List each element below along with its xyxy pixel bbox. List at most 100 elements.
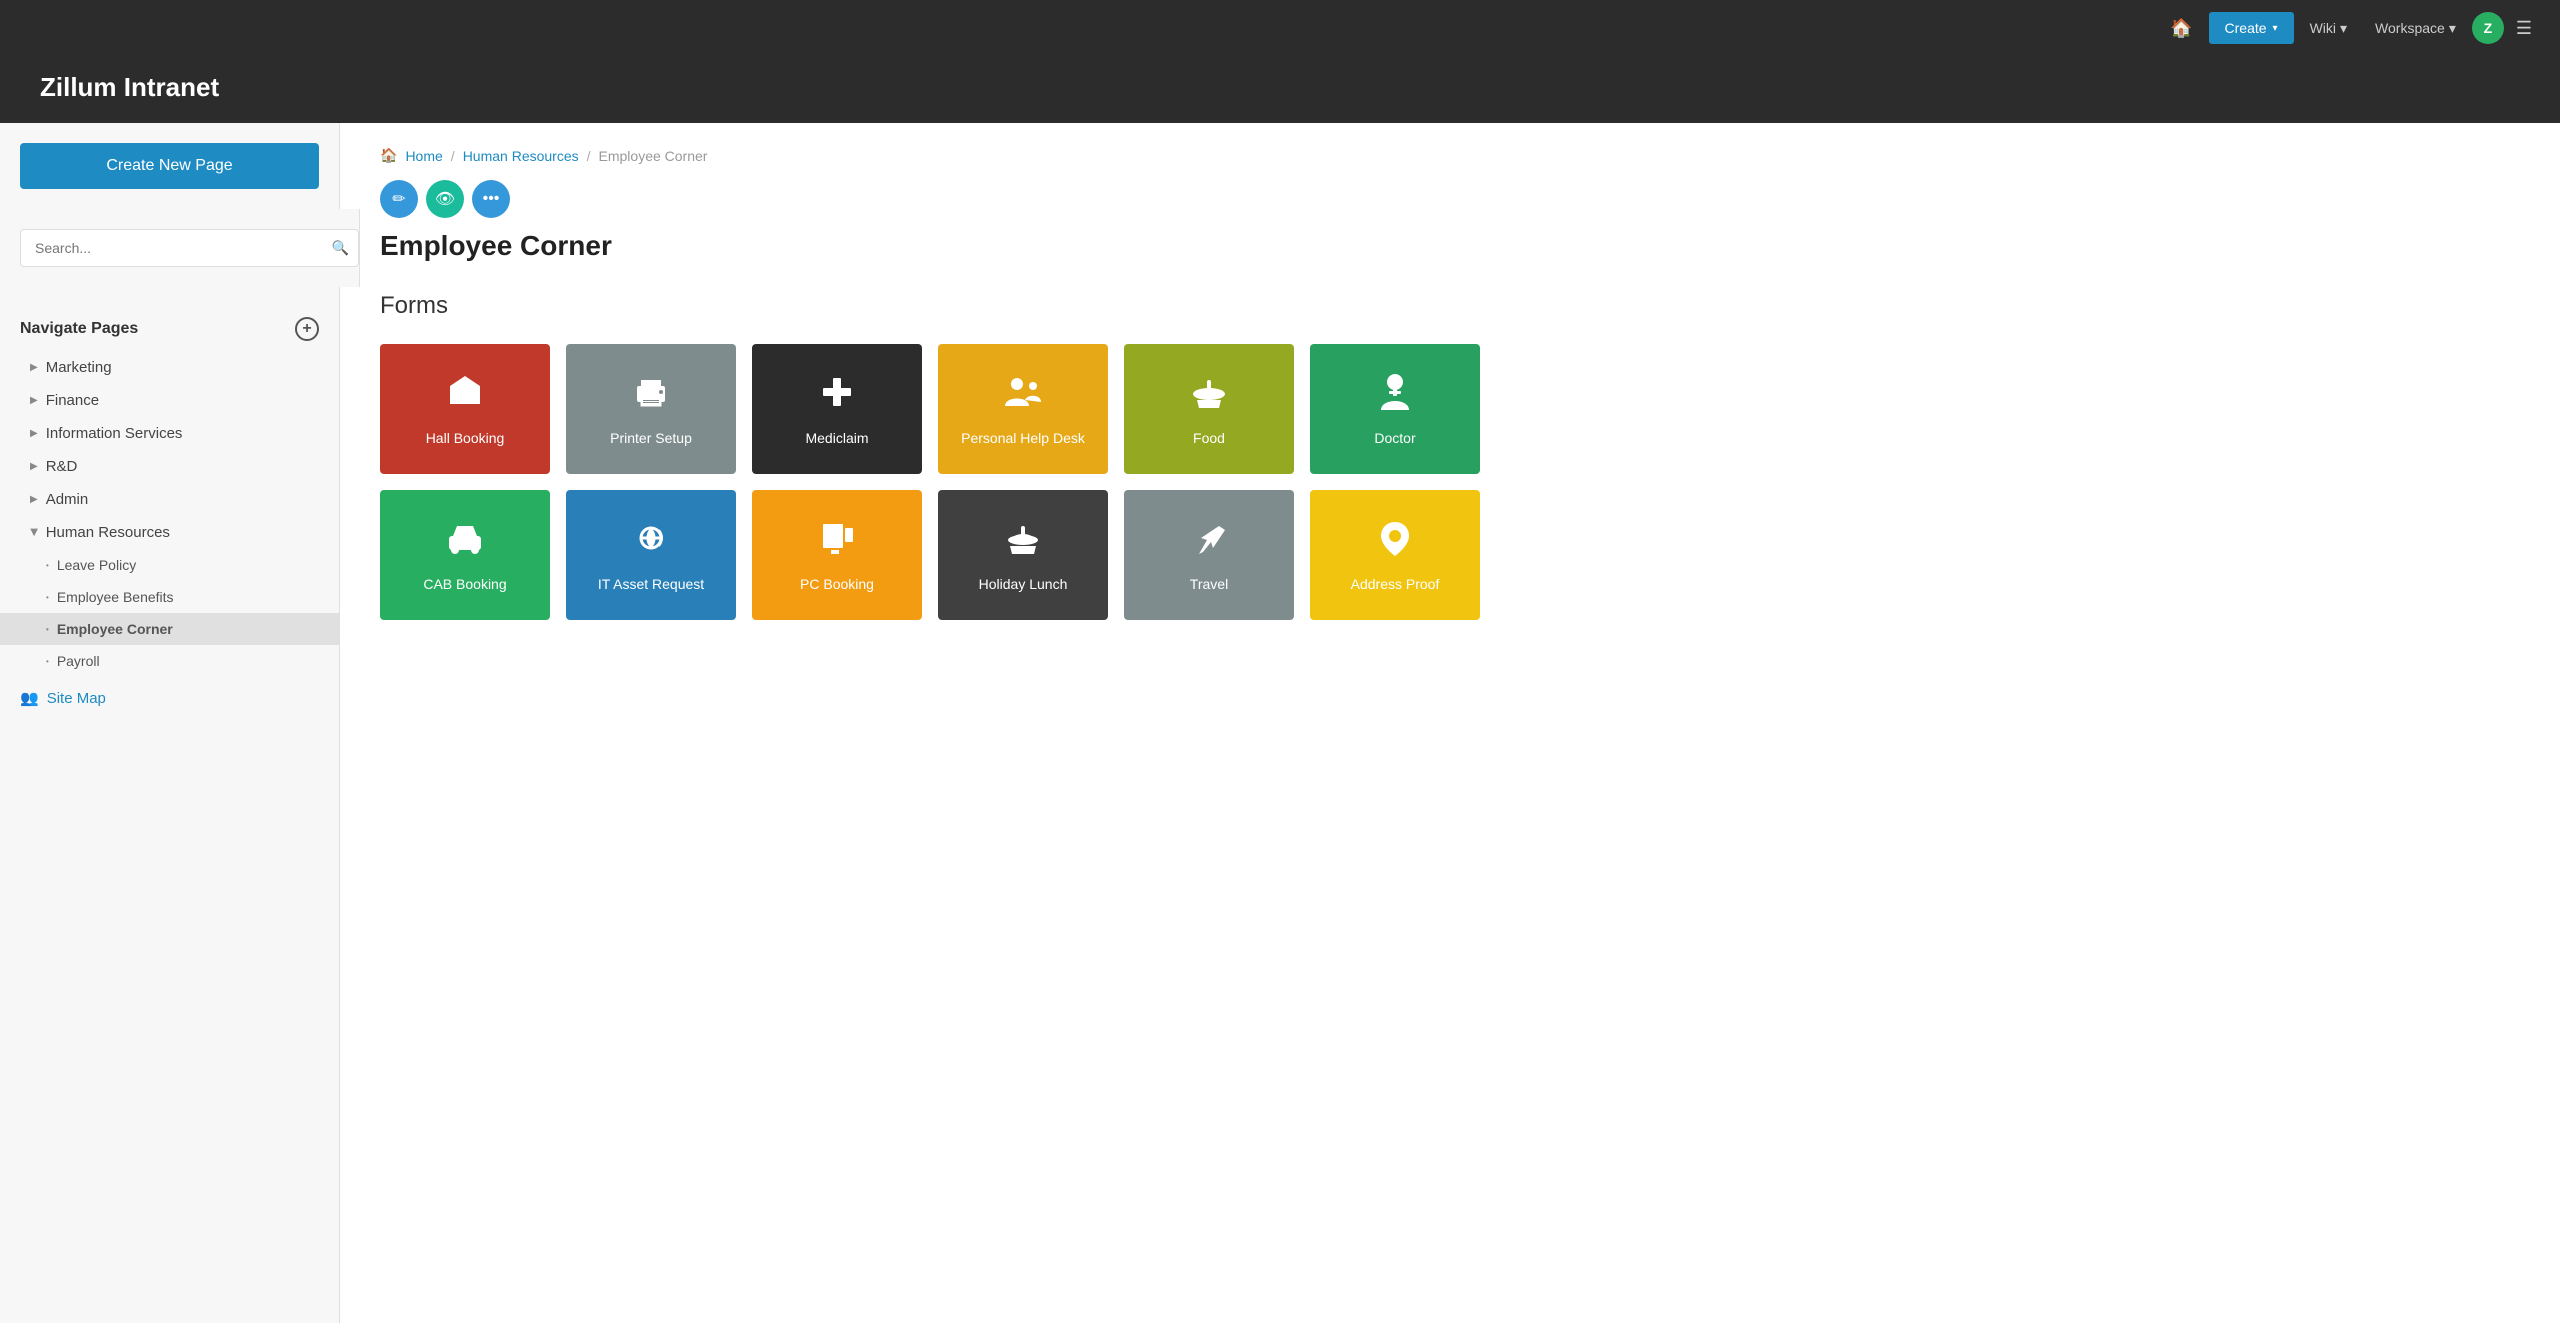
site-map-icon: 👥 <box>20 689 39 707</box>
sidebar: Create New Page 🔍 Navigate Pages + ▶ Mar… <box>0 123 340 1323</box>
sidebar-item-human-resources[interactable]: ▶ Human Resources <box>0 516 339 549</box>
form-card-icon <box>1189 372 1229 418</box>
form-card-label: Hall Booking <box>426 430 505 446</box>
breadcrumb-home-link[interactable]: Home <box>405 148 442 164</box>
form-card-icon <box>1003 518 1043 564</box>
form-card-icon <box>1189 518 1229 564</box>
sidebar-subitem-payroll[interactable]: • Payroll <box>0 645 339 677</box>
workspace-caret-icon: ▾ <box>2449 20 2456 37</box>
chevron-icon: ▶ <box>30 362 38 373</box>
form-card-food[interactable]: Food <box>1124 344 1294 474</box>
form-card-icon <box>445 518 485 564</box>
sidebar-item-label: R&D <box>46 458 78 475</box>
workspace-nav-button[interactable]: Workspace ▾ <box>2363 12 2468 45</box>
search-input[interactable] <box>20 229 359 267</box>
home-nav-button[interactable]: 🏠 <box>2158 10 2204 47</box>
forms-grid: Hall Booking Printer Setup Mediclaim Person… <box>380 344 1480 620</box>
sidebar-item-admin[interactable]: ▶ Admin <box>0 483 339 516</box>
search-container: 🔍 <box>20 209 360 287</box>
form-card-label: IT Asset Request <box>598 576 704 592</box>
sidebar-item-finance[interactable]: ▶ Finance <box>0 384 339 417</box>
sidebar-subitem-label: Employee Benefits <box>57 589 174 605</box>
top-navigation: 🏠 Create ▾ Wiki ▾ Workspace ▾ Z ☰ <box>0 0 2560 56</box>
sidebar-item-rnd[interactable]: ▶ R&D <box>0 450 339 483</box>
breadcrumb-separator: / <box>451 148 455 164</box>
bullet-icon: • <box>46 561 49 570</box>
breadcrumb-home-icon: 🏠 <box>380 147 397 164</box>
chevron-icon: ▶ <box>30 428 38 439</box>
main-content: 🏠 Home / Human Resources / Employee Corn… <box>340 123 2560 1323</box>
form-card-icon <box>1375 372 1415 418</box>
form-card-address-proof[interactable]: Address Proof <box>1310 490 1480 620</box>
form-card-icon <box>1003 372 1043 418</box>
chevron-icon: ▶ <box>30 461 38 472</box>
form-card-holiday-lunch[interactable]: Holiday Lunch <box>938 490 1108 620</box>
breadcrumb-current: Employee Corner <box>599 148 708 164</box>
sidebar-item-label: Human Resources <box>46 524 170 541</box>
user-avatar[interactable]: Z <box>2472 12 2504 44</box>
sidebar-item-marketing[interactable]: ▶ Marketing <box>0 351 339 384</box>
page-actions: ✏ 👁 ••• <box>380 180 2520 218</box>
form-card-printer-setup[interactable]: Printer Setup <box>566 344 736 474</box>
form-card-cab-booking[interactable]: CAB Booking <box>380 490 550 620</box>
add-page-icon[interactable]: + <box>295 317 319 341</box>
form-card-personal-help-desk[interactable]: Personal Help Desk <box>938 344 1108 474</box>
form-card-icon <box>631 372 671 418</box>
form-card-label: Holiday Lunch <box>979 576 1068 592</box>
navigate-pages-label: Navigate Pages <box>20 320 138 338</box>
sidebar-item-label: Admin <box>46 491 89 508</box>
main-layout: Create New Page 🔍 Navigate Pages + ▶ Mar… <box>0 123 2560 1323</box>
form-card-pc-booking[interactable]: PC Booking <box>752 490 922 620</box>
chevron-down-icon: ▶ <box>28 529 39 537</box>
form-card-travel[interactable]: Travel <box>1124 490 1294 620</box>
sidebar-item-label: Marketing <box>46 359 112 376</box>
more-options-button[interactable]: ••• <box>472 180 510 218</box>
forms-section-title: Forms <box>380 292 2520 320</box>
form-card-label: CAB Booking <box>423 576 506 592</box>
edit-page-button[interactable]: ✏ <box>380 180 418 218</box>
create-button[interactable]: Create ▾ <box>2209 12 2294 44</box>
chevron-icon: ▶ <box>30 395 38 406</box>
breadcrumb-parent-link[interactable]: Human Resources <box>463 148 579 164</box>
bullet-icon: • <box>46 657 49 666</box>
form-card-hall-booking[interactable]: Hall Booking <box>380 344 550 474</box>
form-card-label: Printer Setup <box>610 430 692 446</box>
wiki-caret-icon: ▾ <box>2340 20 2347 37</box>
site-map-label: Site Map <box>47 690 106 707</box>
form-card-label: Address Proof <box>1351 576 1440 592</box>
workspace-label: Workspace <box>2375 20 2445 36</box>
page-title: Employee Corner <box>380 230 2520 262</box>
create-new-page-button[interactable]: Create New Page <box>20 143 319 189</box>
form-card-icon <box>631 518 671 564</box>
form-card-mediclaim[interactable]: Mediclaim <box>752 344 922 474</box>
form-card-icon <box>817 518 857 564</box>
sidebar-item-label: Finance <box>46 392 99 409</box>
sidebar-item-information-services[interactable]: ▶ Information Services <box>0 417 339 450</box>
form-card-label: Mediclaim <box>805 430 868 446</box>
sidebar-subitem-employee-corner[interactable]: • Employee Corner <box>0 613 339 645</box>
form-card-it-asset-request[interactable]: IT Asset Request <box>566 490 736 620</box>
breadcrumb-separator: / <box>587 148 591 164</box>
view-page-button[interactable]: 👁 <box>426 180 464 218</box>
create-label: Create <box>2225 20 2267 36</box>
bullet-icon: • <box>46 593 49 602</box>
wiki-nav-button[interactable]: Wiki ▾ <box>2298 12 2359 45</box>
sidebar-subitem-leave-policy[interactable]: • Leave Policy <box>0 549 339 581</box>
search-icon: 🔍 <box>332 240 349 257</box>
create-caret-icon: ▾ <box>2273 23 2278 34</box>
form-card-label: Doctor <box>1374 430 1415 446</box>
bullet-icon: • <box>46 625 49 634</box>
form-card-icon <box>1375 518 1415 564</box>
app-header: Zillum Intranet <box>0 56 2560 123</box>
form-card-label: PC Booking <box>800 576 874 592</box>
hamburger-menu-icon[interactable]: ☰ <box>2508 10 2540 47</box>
sidebar-subitem-label: Employee Corner <box>57 621 173 637</box>
sidebar-subitem-employee-benefits[interactable]: • Employee Benefits <box>0 581 339 613</box>
app-title: Zillum Intranet <box>40 72 2520 103</box>
sidebar-subitem-label: Payroll <box>57 653 100 669</box>
breadcrumb: 🏠 Home / Human Resources / Employee Corn… <box>380 147 2520 164</box>
form-card-label: Travel <box>1190 576 1228 592</box>
wiki-label: Wiki <box>2310 20 2336 36</box>
form-card-doctor[interactable]: Doctor <box>1310 344 1480 474</box>
site-map-link[interactable]: 👥 Site Map <box>0 677 339 719</box>
